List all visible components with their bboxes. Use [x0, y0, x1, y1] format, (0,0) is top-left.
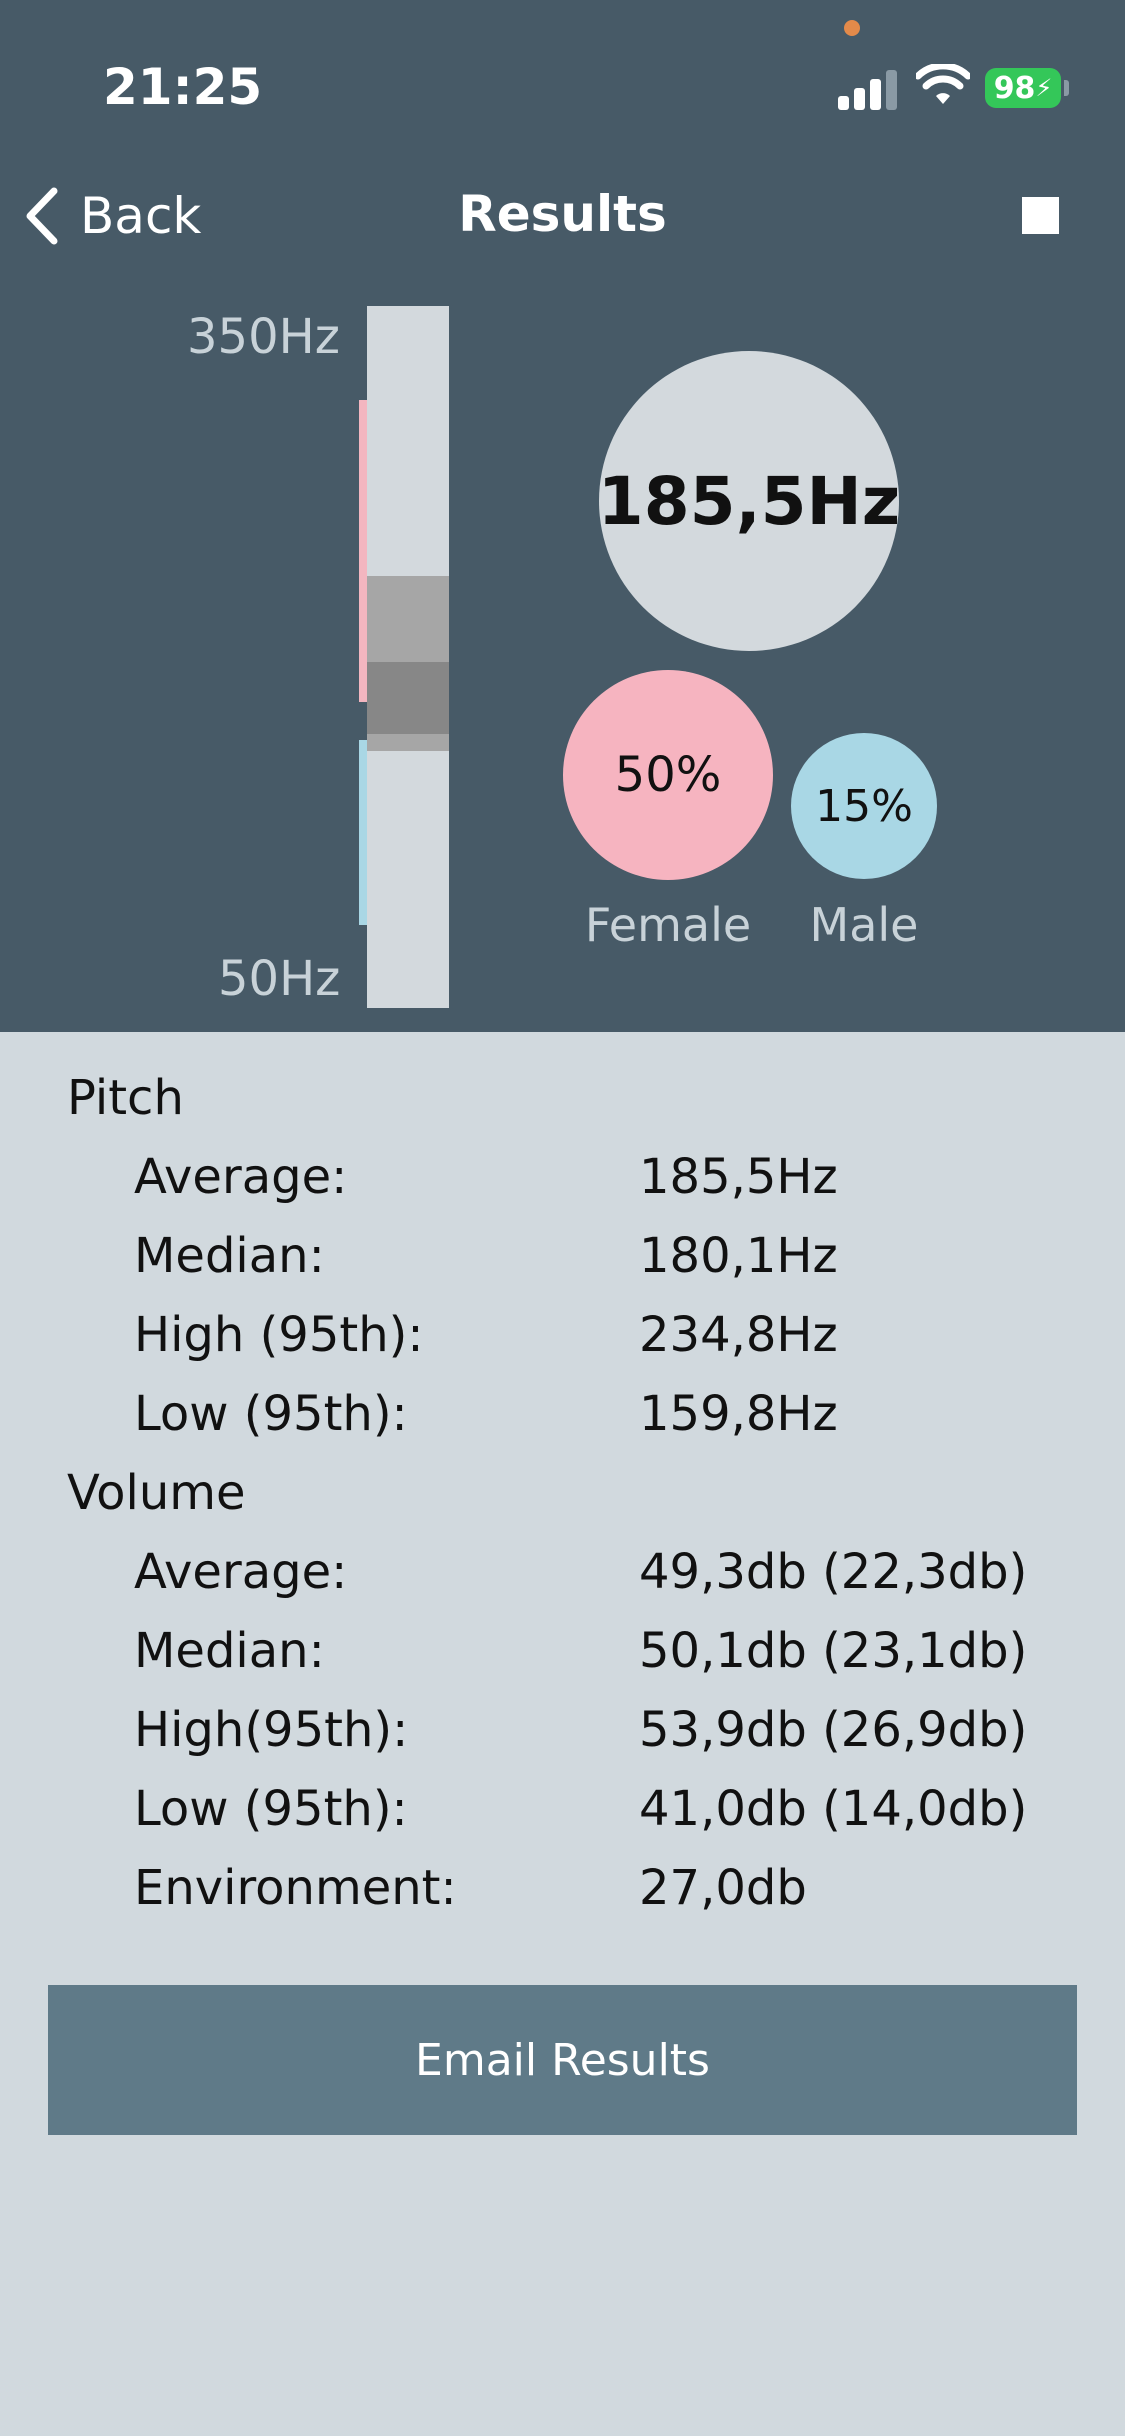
pitch-high-value: 234,8Hz — [639, 1307, 838, 1363]
male-range-marker — [359, 740, 367, 925]
pitch-median-value: 180,1Hz — [639, 1228, 838, 1284]
battery-tip — [1064, 80, 1069, 96]
volume-median-label: Median: — [134, 1623, 325, 1679]
pitch-low-value: 159,8Hz — [639, 1386, 838, 1442]
male-score-circle: 15% — [791, 733, 937, 879]
female-score-circle: 50% — [563, 670, 773, 880]
volume-high-label: High(95th): — [134, 1702, 409, 1758]
volume-low-label: Low (95th): — [134, 1781, 408, 1837]
page-title: Results — [458, 185, 667, 243]
pitch-section-title: Pitch — [67, 1070, 184, 1126]
pitch-low-label: Low (95th): — [134, 1386, 408, 1442]
average-pitch-circle: 185,5Hz — [597, 351, 901, 651]
pitch-high-label: High (95th): — [134, 1307, 424, 1363]
volume-section-title: Volume — [67, 1465, 246, 1521]
status-time: 21:25 — [103, 58, 263, 116]
female-range-marker — [359, 400, 367, 702]
volume-high-value: 53,9db (26,9db) — [639, 1702, 1028, 1758]
volume-low-value: 41,0db (14,0db) — [639, 1781, 1028, 1837]
pitch-core-band — [367, 662, 449, 734]
battery-icon: 98 ⚡ — [985, 68, 1061, 108]
male-label: Male — [809, 898, 919, 952]
volume-median-value: 50,1db (23,1db) — [639, 1623, 1028, 1679]
female-label: Female — [584, 898, 752, 952]
male-percent: 15% — [815, 780, 913, 832]
cellular-signal-icon — [838, 68, 898, 110]
stop-icon[interactable] — [1022, 197, 1059, 234]
volume-environment-label: Environment: — [134, 1860, 457, 1916]
camera-indicator-dot — [844, 20, 860, 36]
wifi-icon — [916, 64, 970, 104]
battery-level: 98 — [993, 70, 1036, 106]
pitch-axis-max-label: 350Hz — [187, 309, 340, 365]
results-header-panel — [0, 0, 1125, 1032]
female-percent: 50% — [614, 747, 722, 803]
email-results-button[interactable]: Email Results — [48, 1985, 1077, 2135]
volume-average-value: 49,3db (22,3db) — [639, 1544, 1028, 1600]
volume-average-label: Average: — [134, 1544, 348, 1600]
volume-environment-value: 27,0db — [639, 1860, 807, 1916]
pitch-axis-min-label: 50Hz — [218, 951, 341, 1007]
pitch-average-value: 185,5Hz — [639, 1149, 838, 1205]
pitch-median-label: Median: — [134, 1228, 325, 1284]
pitch-average-label: Average: — [134, 1149, 348, 1205]
average-pitch-value: 185,5Hz — [597, 462, 901, 540]
